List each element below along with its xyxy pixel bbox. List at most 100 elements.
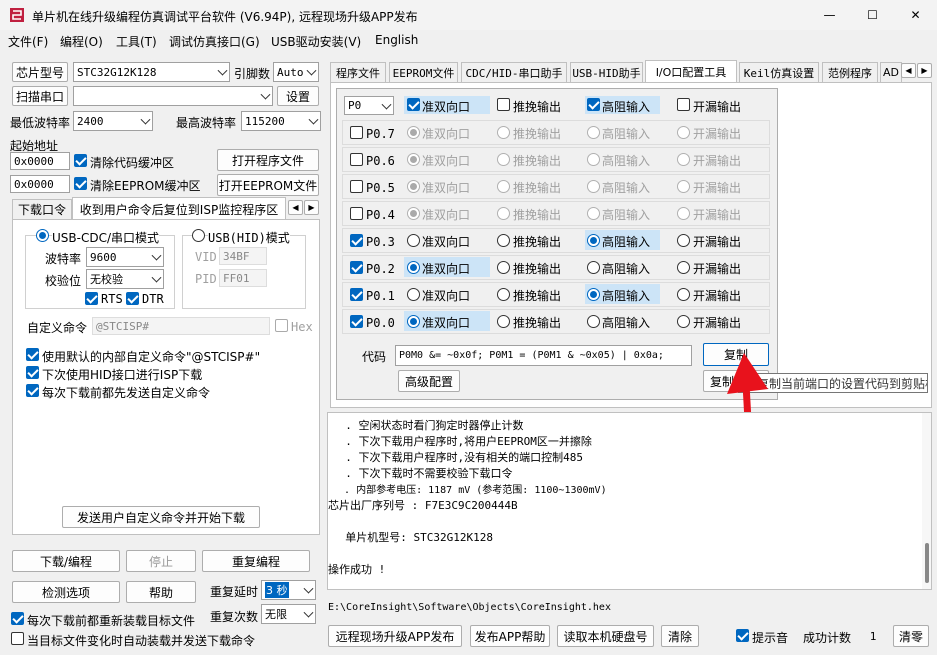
pin-p07-highz-radio[interactable] <box>587 126 600 139</box>
pin-p01-opendrain-radio[interactable] <box>677 288 690 301</box>
dtr-checkbox[interactable] <box>126 292 139 305</box>
open-program-button[interactable]: 打开程序文件 <box>217 149 319 171</box>
custom-cmd-input[interactable]: @STCISP# <box>92 317 270 335</box>
pin-p02-quasi-radio[interactable] <box>407 261 420 274</box>
pin-p00-opendrain-radio[interactable] <box>677 315 690 328</box>
reload-before-download-checkbox[interactable] <box>11 612 24 625</box>
tab-scroll-right[interactable]: ▶ <box>304 200 319 215</box>
tab-program-file[interactable]: 程序文件 <box>330 62 386 82</box>
tab-examples[interactable]: 范例程序 <box>822 62 878 82</box>
pin-p01-checkbox[interactable] <box>350 288 363 301</box>
pin-p05-quasi-radio[interactable] <box>407 180 420 193</box>
pin-p00-quasi-radio[interactable] <box>407 315 420 328</box>
log-scroll-thumb[interactable] <box>925 543 929 583</box>
usb-cdc-radio[interactable] <box>36 229 49 242</box>
scan-port-button[interactable]: 扫描串口 <box>12 86 68 106</box>
menu-usb-driver[interactable]: USB驱动安装(V) <box>271 33 361 50</box>
menu-file[interactable]: 文件(F) <box>8 33 48 50</box>
advanced-config-button[interactable]: 高级配置 <box>398 370 460 392</box>
addr-eeprom-input[interactable]: 0x0000 <box>10 175 70 193</box>
pin-p06-checkbox[interactable] <box>350 153 363 166</box>
pin-count-select[interactable]: Auto <box>273 62 319 82</box>
publish-help-button[interactable]: 发布APP帮助 <box>470 625 550 647</box>
check-options-button[interactable]: 检测选项 <box>12 581 120 603</box>
menu-debug[interactable]: 调试仿真接口(G) <box>169 33 260 50</box>
minimize-button[interactable]: — <box>808 0 851 30</box>
pin-p02-pushpull-radio[interactable] <box>497 261 510 274</box>
menu-tools[interactable]: 工具(T) <box>116 33 157 50</box>
tab-eeprom-file[interactable]: EEPROM文件 <box>389 62 458 82</box>
tab-download-password[interactable]: 下载口令 <box>12 199 72 219</box>
pin-p04-checkbox[interactable] <box>350 207 363 220</box>
send-cmd-download-button[interactable]: 发送用户自定义命令并开始下载 <box>62 506 260 528</box>
tab-keil-sim[interactable]: Keil仿真设置 <box>739 62 819 82</box>
tab-ad[interactable]: AD <box>880 62 902 82</box>
repeat-delay-select[interactable]: 3 秒 <box>261 580 316 600</box>
send-cmd-first-checkbox[interactable] <box>26 384 39 397</box>
pin-p03-checkbox[interactable] <box>350 234 363 247</box>
menu-program[interactable]: 编程(O) <box>60 33 103 50</box>
use-default-cmd-checkbox[interactable] <box>26 348 39 361</box>
pin-p00-checkbox[interactable] <box>350 315 363 328</box>
pin-p03-pushpull-radio[interactable] <box>497 234 510 247</box>
remote-publish-button[interactable]: 远程现场升级APP发布 <box>328 625 462 647</box>
pin-p05-pushpull-radio[interactable] <box>497 180 510 193</box>
pin-p02-checkbox[interactable] <box>350 261 363 274</box>
beep-checkbox[interactable] <box>736 629 749 642</box>
tab-io-config[interactable]: I/O口配置工具 <box>645 60 737 83</box>
pin-p07-pushpull-radio[interactable] <box>497 126 510 139</box>
parity-select[interactable]: 无校验 <box>86 269 164 289</box>
pin-p04-highz-radio[interactable] <box>587 207 600 220</box>
tab-cdc-hid-serial[interactable]: CDC/HID-串口助手 <box>461 62 567 82</box>
pin-p03-highz-radio[interactable] <box>587 234 600 247</box>
tab-scroll-left[interactable]: ◀ <box>288 200 303 215</box>
reset-count-button[interactable]: 清零 <box>893 625 929 647</box>
addr-code-input[interactable]: 0x0000 <box>10 152 70 170</box>
clear-eeprom-checkbox[interactable] <box>74 177 87 190</box>
port-group-select[interactable]: P0 <box>344 96 394 115</box>
open-eeprom-button[interactable]: 打开EEPROM文件 <box>217 174 319 196</box>
clear-code-checkbox[interactable] <box>74 154 87 167</box>
log-scrollbar[interactable] <box>922 413 931 589</box>
pin-p05-checkbox[interactable] <box>350 180 363 193</box>
pin-p01-pushpull-radio[interactable] <box>497 288 510 301</box>
pin-p03-quasi-radio[interactable] <box>407 234 420 247</box>
header-quasi-checkbox[interactable] <box>407 98 420 111</box>
vid-input[interactable]: 34BF <box>219 247 267 265</box>
use-hid-next-checkbox[interactable] <box>26 366 39 379</box>
help-button[interactable]: 帮助 <box>126 581 196 603</box>
pin-p07-quasi-radio[interactable] <box>407 126 420 139</box>
pin-p01-quasi-radio[interactable] <box>407 288 420 301</box>
close-button[interactable]: ✕ <box>894 0 937 30</box>
hex-checkbox[interactable] <box>275 319 288 332</box>
pin-p02-opendrain-radio[interactable] <box>677 261 690 274</box>
read-disk-button[interactable]: 读取本机硬盘号 <box>557 625 654 647</box>
pin-p06-quasi-radio[interactable] <box>407 153 420 166</box>
pin-p06-opendrain-radio[interactable] <box>677 153 690 166</box>
maximize-button[interactable]: ☐ <box>851 0 894 30</box>
code-output[interactable]: P0M0 &= ~0x0f; P0M1 = (P0M1 & ~0x05) | 0… <box>395 345 692 366</box>
clear-log-button[interactable]: 清除 <box>661 625 699 647</box>
pin-p05-highz-radio[interactable] <box>587 180 600 193</box>
rts-checkbox[interactable] <box>85 292 98 305</box>
reprogram-button[interactable]: 重复编程 <box>202 550 310 572</box>
pin-p07-checkbox[interactable] <box>350 126 363 139</box>
header-pushpull-checkbox[interactable] <box>497 98 510 111</box>
right-tab-scroll-left[interactable]: ◀ <box>901 63 916 78</box>
pid-input[interactable]: FF01 <box>219 269 267 287</box>
header-highz-checkbox[interactable] <box>587 98 600 111</box>
auto-load-checkbox[interactable] <box>11 632 24 645</box>
max-baud-select[interactable]: 115200 <box>241 111 321 131</box>
pin-p06-pushpull-radio[interactable] <box>497 153 510 166</box>
repeat-count-select[interactable]: 无限 <box>261 604 316 624</box>
pin-p04-opendrain-radio[interactable] <box>677 207 690 220</box>
pin-p00-highz-radio[interactable] <box>587 315 600 328</box>
download-program-button[interactable]: 下载/编程 <box>12 550 120 572</box>
menu-english[interactable]: English <box>375 33 418 47</box>
settings-button[interactable]: 设置 <box>277 86 319 106</box>
pin-p01-highz-radio[interactable] <box>587 288 600 301</box>
usb-hid-radio[interactable] <box>192 229 205 242</box>
right-tab-scroll-right[interactable]: ▶ <box>917 63 932 78</box>
tab-usb-hid[interactable]: USB-HID助手 <box>570 62 643 82</box>
pin-p07-opendrain-radio[interactable] <box>677 126 690 139</box>
